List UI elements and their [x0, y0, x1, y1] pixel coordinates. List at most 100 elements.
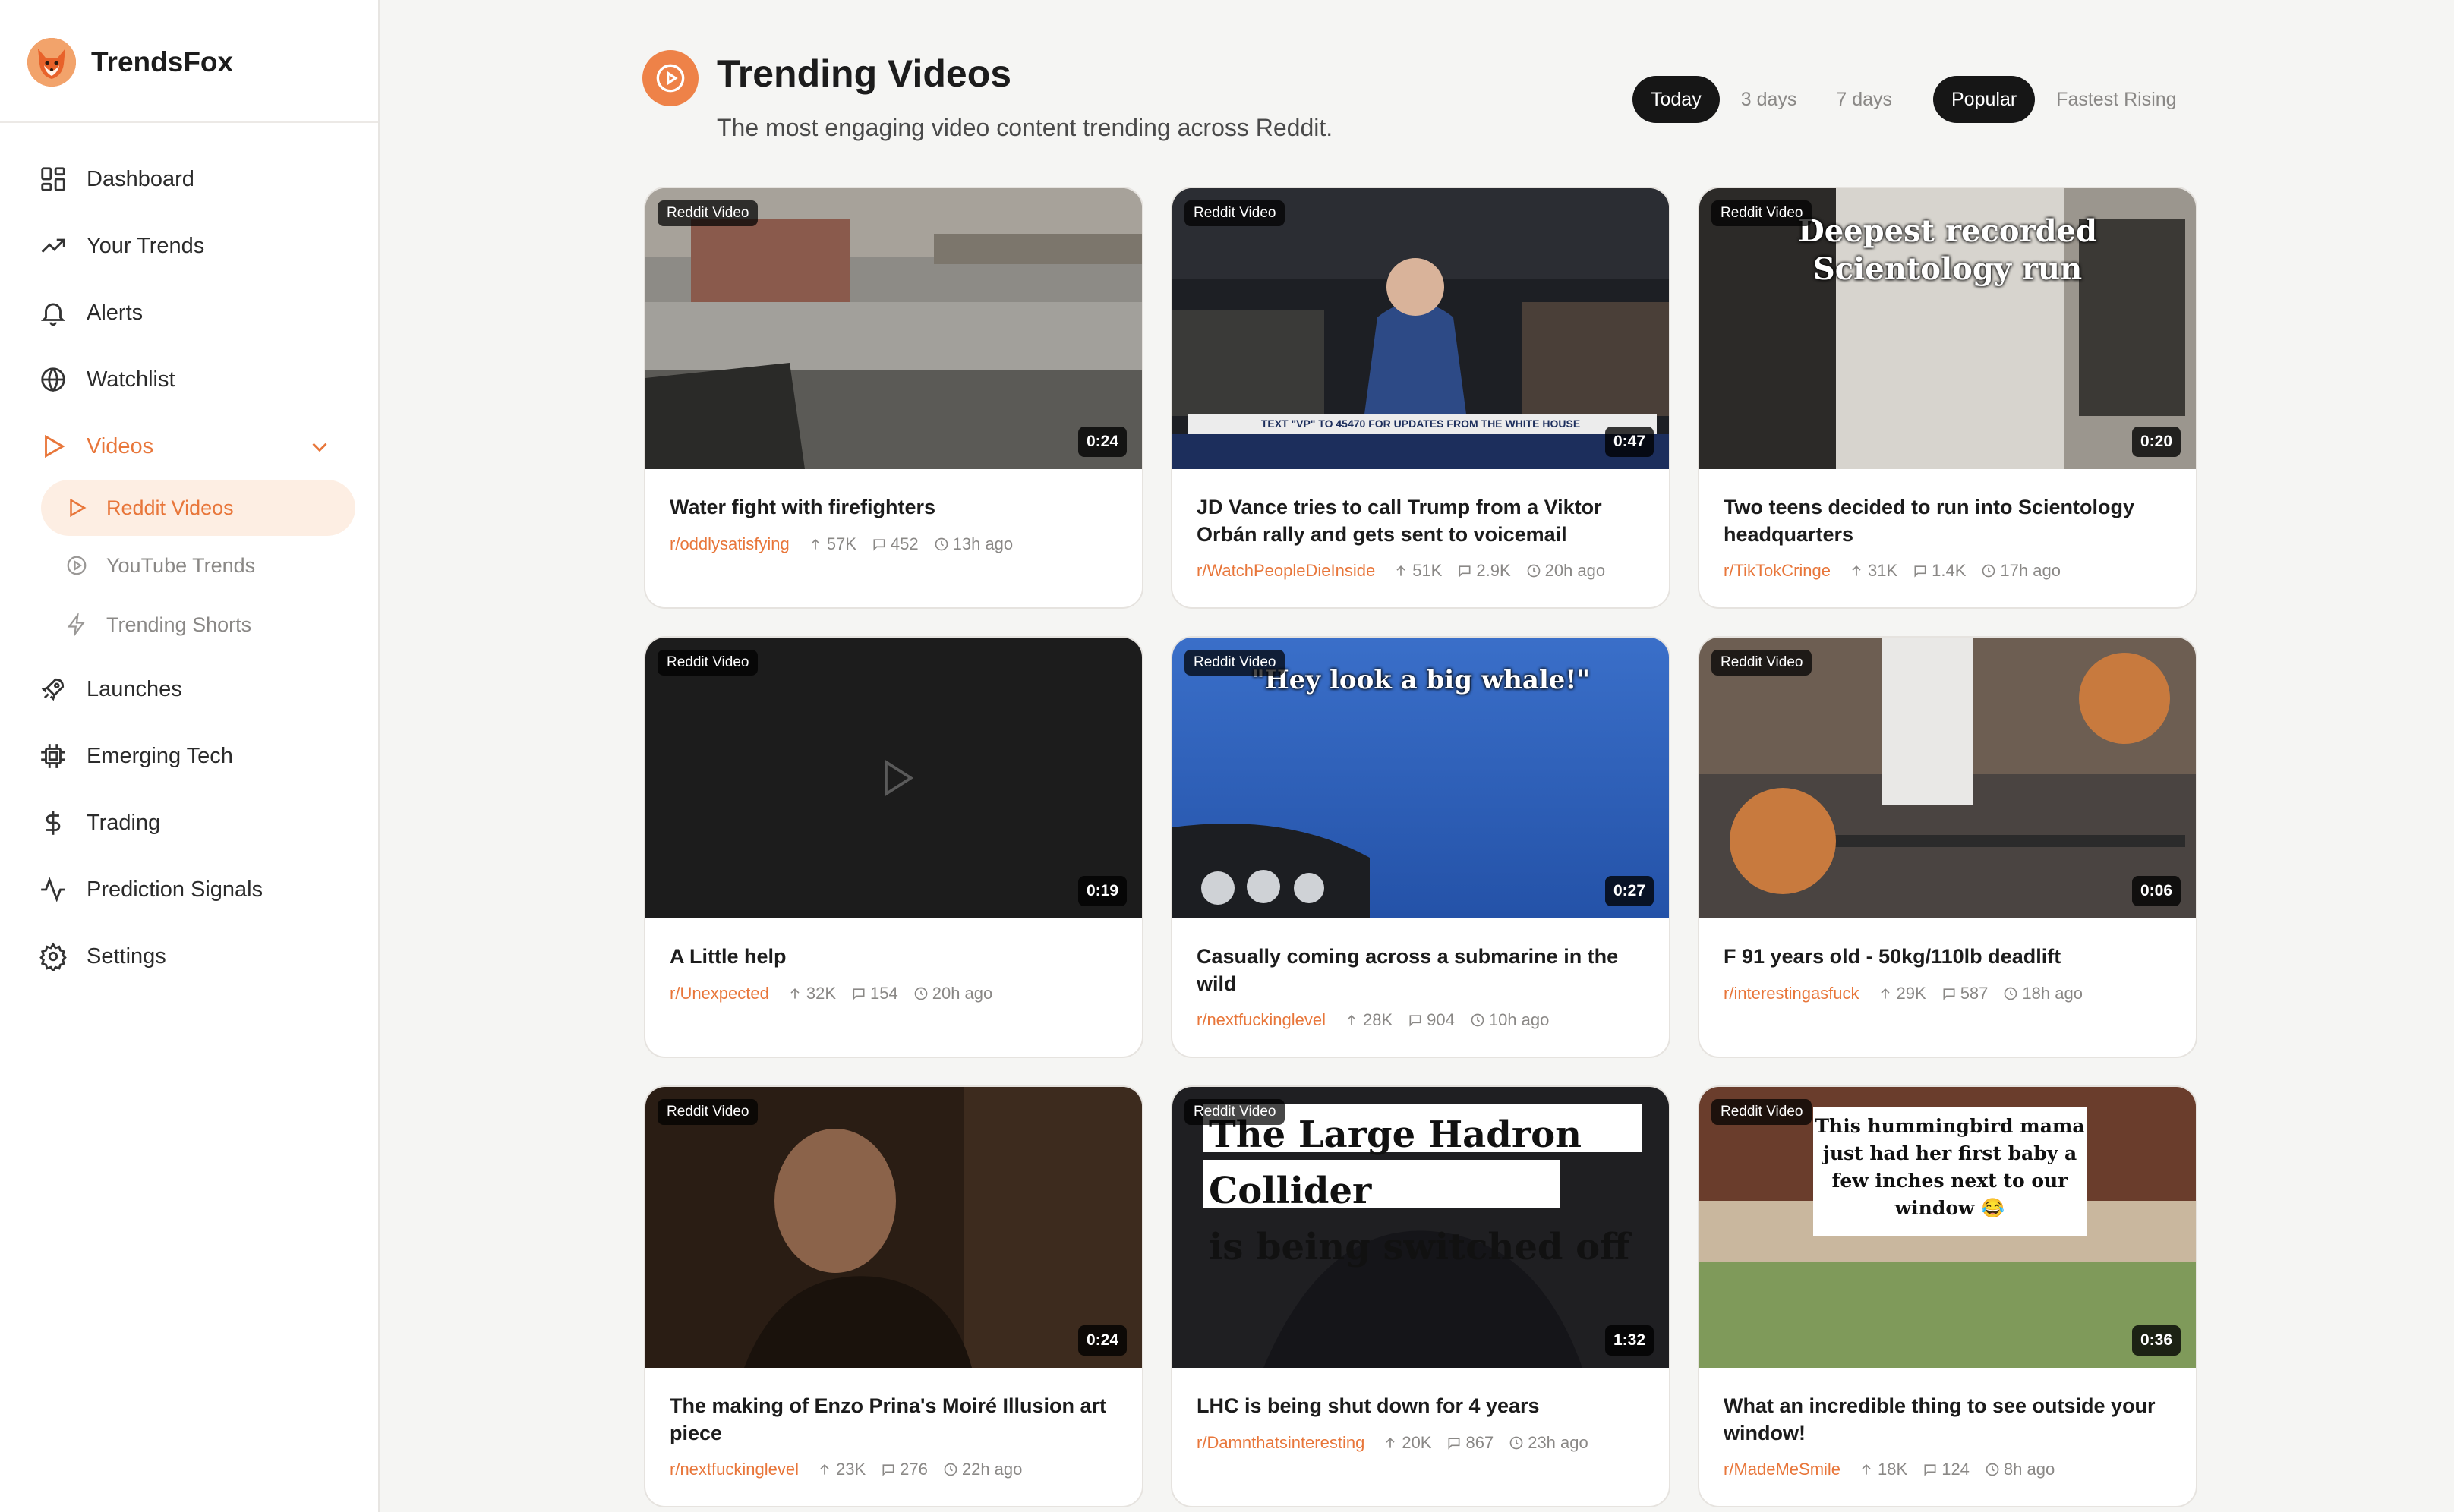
comment-icon [1914, 565, 1926, 578]
upvote-count: 57K [826, 534, 856, 553]
sort-popular[interactable]: Popular [1933, 76, 2036, 123]
trending-up-icon [38, 231, 68, 261]
filter-today[interactable]: Today [1632, 76, 1720, 123]
video-card[interactable]: Reddit Video 0:19 A Little help r/Unexpe… [644, 636, 1143, 1058]
subreddit-link[interactable]: r/TikTokCringe [1724, 561, 1831, 581]
video-thumbnail[interactable]: Reddit Video 0:24 [645, 1087, 1142, 1368]
video-title[interactable]: Water fight with firefighters [670, 493, 1118, 521]
time-range-filter: Today 3 days 7 days [1632, 76, 1913, 123]
subreddit-link[interactable]: r/oddlysatisfying [670, 534, 790, 554]
video-thumbnail[interactable]: The Large Hadron Collider is being switc… [1172, 1087, 1669, 1368]
comment-count: 587 [1960, 984, 1989, 1003]
sidebar-item-label: Prediction Signals [87, 877, 263, 902]
video-duration: 0:20 [2131, 427, 2181, 457]
filter-7-days[interactable]: 7 days [1818, 76, 1910, 123]
sort-filter: Popular Fastest Rising [1933, 76, 2198, 123]
video-title[interactable]: Casually coming across a submarine in th… [1197, 943, 1645, 997]
brand[interactable]: TrendsFox [27, 38, 233, 87]
video-title[interactable]: Two teens decided to run into Scientolog… [1724, 493, 2172, 548]
video-badge: Reddit Video [1711, 650, 1812, 676]
sidebar-item-videos[interactable]: Videos [38, 424, 153, 469]
video-card[interactable]: Reddit Video 0:24 Water fight with firef… [644, 187, 1143, 609]
upvote-icon [811, 538, 820, 550]
sidebar-item-youtube-trends[interactable]: YouTube Trends [41, 537, 355, 594]
activity-icon [38, 874, 68, 905]
subreddit-link[interactable]: r/Unexpected [670, 984, 769, 1003]
upvote-count: 18K [1878, 1460, 1908, 1479]
video-title[interactable]: F 91 years old - 50kg/110lb deadlift [1724, 943, 2172, 970]
video-title[interactable]: JD Vance tries to call Trump from a Vikt… [1197, 493, 1645, 548]
video-thumbnail[interactable]: Reddit Video 0:06 [1699, 638, 2196, 918]
subreddit-link[interactable]: r/MadeMeSmile [1724, 1460, 1840, 1479]
video-card[interactable]: Reddit Video 0:06 F 91 years old - 50kg/… [1698, 636, 2197, 1058]
clock-icon [914, 987, 928, 1000]
video-card[interactable]: This hummingbird mama just had her first… [1698, 1085, 2197, 1507]
play-circle-icon [642, 50, 699, 106]
play-icon [64, 495, 90, 521]
sort-fastest-rising[interactable]: Fastest Rising [2038, 76, 2194, 123]
dashboard-icon [38, 164, 68, 194]
video-card[interactable]: Deepest recorded Scientology run Reddit … [1698, 187, 2197, 609]
comment-count: 1.4K [1932, 561, 1967, 580]
subreddit-link[interactable]: r/nextfuckinglevel [670, 1460, 799, 1479]
comment-count: 276 [900, 1460, 928, 1479]
upvote-count: 28K [1362, 1010, 1393, 1029]
video-age: 20h ago [1544, 561, 1606, 580]
video-thumbnail[interactable]: "Hey look a big whale!" Reddit Video 0:2… [1172, 638, 1669, 918]
sidebar-item-alerts[interactable]: Alerts [38, 290, 143, 335]
sidebar-item-settings[interactable]: Settings [38, 934, 166, 979]
sidebar-item-reddit-videos[interactable]: Reddit Videos [41, 480, 355, 536]
sidebar-item-label: Trending Shorts [106, 613, 252, 636]
sidebar-item-dashboard[interactable]: Dashboard [38, 156, 194, 202]
subreddit-link[interactable]: r/interestingasfuck [1724, 984, 1859, 1003]
play-icon[interactable] [875, 755, 918, 801]
video-overlay-text: TEXT "VP" TO 45470 FOR UPDATES FROM THE … [1260, 417, 1581, 430]
sidebar-item-prediction-signals[interactable]: Prediction Signals [38, 867, 263, 912]
video-thumbnail[interactable]: This hummingbird mama just had her first… [1699, 1087, 2196, 1368]
video-card[interactable]: "Hey look a big whale!" Reddit Video 0:2… [1171, 636, 1670, 1058]
video-thumbnail[interactable]: Reddit Video 0:19 [645, 638, 1142, 918]
video-thumbnail[interactable]: TEXT "VP" TO 45470 FOR UPDATES FROM THE … [1172, 188, 1669, 469]
clock-icon [935, 537, 948, 551]
video-title[interactable]: LHC is being shut down for 4 years [1197, 1392, 1645, 1419]
video-badge: Reddit Video [1711, 200, 1812, 226]
filter-3-days[interactable]: 3 days [1723, 76, 1815, 123]
video-meta: r/Unexpected 32K 154 20h ago [670, 984, 1008, 1003]
chevron-down-icon[interactable] [307, 434, 333, 460]
cpu-icon [38, 741, 68, 771]
comment-icon [853, 988, 865, 1000]
video-card[interactable]: TEXT "VP" TO 45470 FOR UPDATES FROM THE … [1171, 187, 1670, 609]
comment-count: 452 [890, 534, 919, 553]
brand-name: TrendsFox [91, 46, 234, 77]
sidebar-item-label: Your Trends [87, 233, 205, 258]
video-duration: 0:24 [1077, 427, 1127, 457]
sidebar-item-label: Alerts [87, 300, 144, 325]
sidebar-item-trading[interactable]: Trading [38, 800, 160, 846]
video-card[interactable]: Reddit Video 0:24 The making of Enzo Pri… [644, 1085, 1143, 1507]
video-meta: r/nextfuckinglevel 28K 904 10h ago [1197, 1010, 1564, 1030]
video-title[interactable]: What an incredible thing to see outside … [1724, 1392, 2172, 1447]
clock-icon [2005, 987, 2017, 1000]
video-badge: Reddit Video [658, 650, 759, 676]
video-title[interactable]: A Little help [670, 943, 1118, 970]
sidebar-item-launches[interactable]: Launches [38, 666, 182, 712]
sidebar-item-trending-shorts[interactable]: Trending Shorts [41, 597, 355, 653]
video-thumbnail[interactable]: Deepest recorded Scientology run Reddit … [1699, 188, 2196, 469]
sidebar-item-your-trends[interactable]: Your Trends [38, 223, 204, 269]
video-age: 22h ago [961, 1460, 1023, 1479]
clock-icon [1471, 1013, 1484, 1027]
subreddit-link[interactable]: r/WatchPeopleDieInside [1197, 561, 1375, 581]
upvote-icon [1386, 1437, 1395, 1448]
subreddit-link[interactable]: r/Damnthatsinteresting [1197, 1433, 1364, 1453]
video-thumbnail[interactable]: Reddit Video 0:24 [645, 188, 1142, 469]
sidebar-item-label: Emerging Tech [87, 743, 233, 768]
video-duration: 1:32 [1604, 1325, 1654, 1356]
sidebar-item-emerging-tech[interactable]: Emerging Tech [38, 733, 233, 779]
video-badge: Reddit Video [1184, 650, 1285, 676]
subreddit-link[interactable]: r/nextfuckinglevel [1197, 1010, 1326, 1030]
video-title[interactable]: The making of Enzo Prina's Moiré Illusio… [670, 1392, 1118, 1447]
video-card[interactable]: The Large Hadron Collider is being switc… [1171, 1085, 1670, 1507]
video-age: 10h ago [1488, 1010, 1550, 1029]
comment-icon [1409, 1015, 1421, 1027]
sidebar-item-watchlist[interactable]: Watchlist [38, 357, 175, 402]
